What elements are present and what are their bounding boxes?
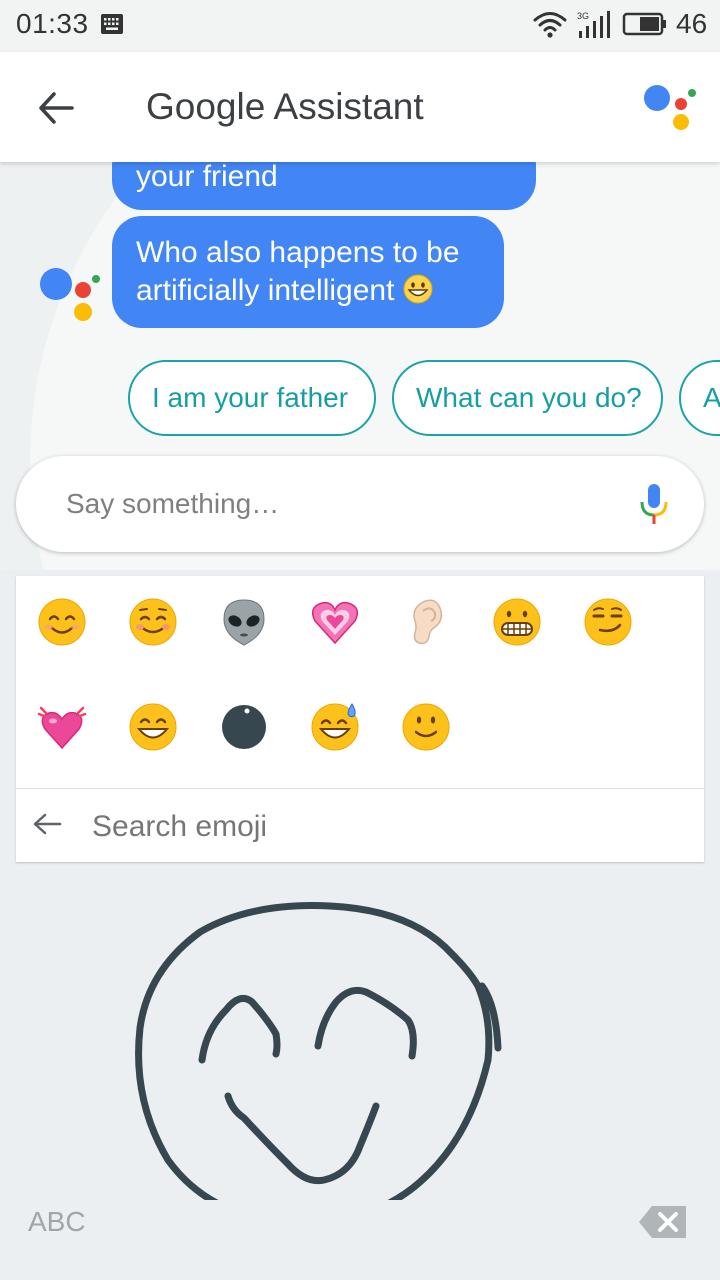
- signal-icon: 3G: [577, 11, 610, 38]
- keyboard-icon: [101, 14, 123, 34]
- battery-icon: [622, 12, 666, 36]
- arrow-back-icon[interactable]: [32, 812, 62, 836]
- status-bar: 01:33 3G 46: [0, 0, 720, 52]
- message-text: Who also happens to be: [136, 236, 460, 269]
- emoji-panel: [16, 576, 704, 862]
- grinning-face-icon: [403, 274, 433, 304]
- microphone-icon[interactable]: [638, 482, 670, 526]
- suggestion-chip[interactable]: I am your father: [128, 360, 376, 436]
- doodle-right-eye: [314, 986, 417, 1060]
- conversation-area[interactable]: your friend Who also happens to be artif…: [0, 162, 720, 570]
- growing-heart-icon[interactable]: [310, 597, 360, 647]
- emoji-search-input[interactable]: [90, 804, 654, 850]
- message-text-line: artificially intelligent: [136, 272, 480, 310]
- doodle-face-outline: [135, 902, 502, 1200]
- assistant-message: Who also happens to be artificially inte…: [112, 216, 504, 328]
- handwriting-canvas[interactable]: [0, 870, 720, 1200]
- assistant-avatar-icon: [40, 268, 100, 321]
- smirking-face-icon[interactable]: [583, 597, 633, 647]
- backspace-icon[interactable]: [638, 1204, 688, 1240]
- message-text: your friend: [136, 162, 278, 193]
- grinning-face-with-smiling-eyes-icon[interactable]: [128, 702, 178, 752]
- arrow-back-icon[interactable]: [36, 88, 76, 128]
- abc-keyboard-button[interactable]: ABC: [28, 1206, 86, 1238]
- grinning-face-with-sweat-icon[interactable]: [310, 702, 360, 752]
- smiling-face-with-smiling-eyes-icon[interactable]: [37, 597, 87, 647]
- app-bar: Google Assistant: [0, 52, 720, 162]
- network-type-label: 3G: [577, 11, 589, 21]
- alien-icon[interactable]: [219, 597, 269, 647]
- app-title: Google Assistant: [146, 86, 424, 127]
- doodle-smile: [224, 1092, 380, 1185]
- doodle-left-eye: [198, 994, 281, 1064]
- status-time: 01:33: [16, 8, 89, 39]
- battery-level: 46: [676, 8, 708, 39]
- grimacing-face-icon[interactable]: [492, 597, 542, 647]
- slightly-smiling-face-icon[interactable]: [401, 702, 451, 752]
- google-assistant-dots-icon: [644, 85, 696, 130]
- message-input[interactable]: [64, 478, 588, 530]
- wifi-icon: [533, 12, 567, 38]
- assistant-message: your friend: [112, 162, 536, 210]
- message-text: artificially intelligent: [136, 274, 395, 307]
- divider: [16, 788, 704, 789]
- black-circle-icon[interactable]: [219, 702, 269, 752]
- ear-icon[interactable]: [401, 597, 451, 647]
- beating-heart-icon[interactable]: [37, 702, 87, 752]
- suggestion-chip[interactable]: What can you do?: [392, 360, 663, 436]
- smiling-face-icon[interactable]: [128, 597, 178, 647]
- message-composer: [16, 456, 704, 552]
